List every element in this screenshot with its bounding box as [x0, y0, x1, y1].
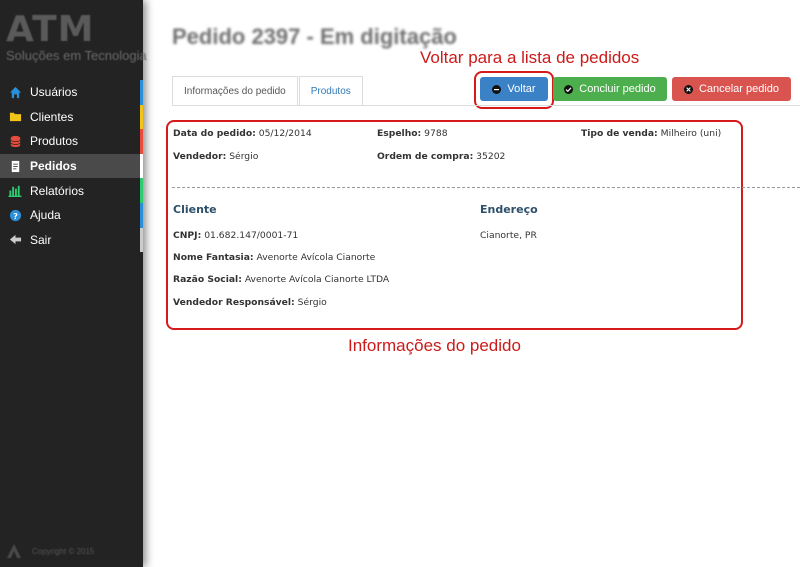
svg-text:?: ? — [13, 211, 18, 221]
field-vendedor-responsavel: Vendedor Responsável: Sérgio — [173, 297, 327, 308]
field-label: Tipo de venda: — [581, 128, 658, 139]
field-label: Data do pedido: — [173, 128, 256, 139]
field-label: Vendedor: — [173, 151, 227, 162]
field-value: Cianorte, PR — [480, 230, 537, 241]
copyright: Copyright © 2015 — [6, 543, 94, 559]
sidebar-item-label: Relatórios — [30, 183, 85, 198]
sidebar-item-label: Clientes — [30, 109, 74, 124]
page-title: Pedido 2397 - Em digitação — [172, 24, 457, 49]
field-vendedor: Vendedor: Sérgio — [173, 151, 258, 162]
sidebar-accent-bar — [140, 153, 143, 179]
logo-text: ATM — [6, 9, 95, 50]
field-label: Razão Social: — [173, 274, 242, 285]
concluir-button-label: Concluir pedido — [579, 83, 656, 95]
field-nome-fantasia: Nome Fantasia: Avenorte Avícola Cianorte — [173, 252, 375, 263]
sidebar-item-usuarios[interactable]: Usuários — [0, 80, 143, 105]
field-value: Sérgio — [229, 151, 259, 162]
folder-icon — [8, 110, 22, 124]
voltar-button[interactable]: Voltar — [480, 77, 548, 101]
close-circle-icon — [683, 84, 693, 94]
logo-mark-icon — [7, 544, 21, 558]
tab-bar: Informações do pedido Produtos — [172, 76, 363, 106]
field-data-pedido: Data do pedido: 05/12/2014 — [173, 128, 312, 139]
sidebar-accent-bar — [140, 178, 143, 203]
sidebar-item-label: Produtos — [30, 134, 79, 149]
section-title-endereco: Endereço — [480, 203, 538, 216]
sidebar-item-label: Sair — [30, 232, 52, 247]
sidebar-item-clientes[interactable]: Clientes — [0, 104, 143, 130]
sidebar-accent-bar — [140, 129, 143, 154]
field-label: Nome Fantasia: — [173, 252, 254, 263]
annotation-back-hint: Voltar para a lista de pedidos — [420, 48, 640, 67]
tab-produtos[interactable]: Produtos — [298, 76, 363, 106]
section-title-cliente: Cliente — [173, 203, 217, 216]
sidebar-accent-bar — [140, 104, 143, 130]
field-label: Ordem de compra: — [377, 151, 474, 162]
field-espelho: Espelho: 9788 — [377, 128, 448, 139]
tab-divider — [172, 105, 800, 106]
copyright-text: Copyright © 2015 — [32, 546, 95, 556]
sidebar-item-label: Usuários — [30, 85, 78, 100]
sidebar-accent-bar — [140, 80, 143, 105]
arrow-left-icon — [8, 233, 22, 247]
field-razao-social: Razão Social: Avenorte Avícola Cianorte … — [173, 274, 389, 285]
sidebar-item-ajuda[interactable]: ? Ajuda — [0, 202, 143, 228]
field-label: Vendedor Responsável: — [173, 297, 295, 308]
field-ordem-compra: Ordem de compra: 35202 — [377, 151, 505, 162]
field-value: 05/12/2014 — [258, 128, 312, 139]
sidebar-nav: Usuários Clientes Produtos Pedidos Relat… — [0, 80, 143, 253]
sidebar-item-label: Ajuda — [30, 208, 61, 223]
help-icon: ? — [8, 208, 22, 222]
sidebar: ATM Soluções em Tecnologia Usuários Clie… — [0, 0, 147, 567]
field-tipo-venda: Tipo de venda: Milheiro (uni) — [581, 128, 721, 139]
field-value: Milheiro (uni) — [660, 128, 722, 139]
section-divider — [172, 187, 800, 188]
field-endereco: Cianorte, PR — [480, 230, 537, 241]
document-icon — [8, 159, 22, 173]
sidebar-item-sair[interactable]: Sair — [0, 227, 143, 253]
logo-subtitle: Soluções em Tecnologia — [6, 48, 147, 63]
home-icon — [8, 85, 22, 99]
field-value: Avenorte Avícola Cianorte LTDA — [244, 274, 390, 285]
cancelar-button-label: Cancelar pedido — [698, 83, 780, 95]
sidebar-item-label: Pedidos — [30, 159, 77, 174]
sidebar-accent-bar — [140, 202, 143, 228]
annotation-order-info: Informações do pedido — [348, 336, 521, 355]
sidebar-accent-bar — [140, 227, 143, 253]
field-value: 01.682.147/0001-71 — [204, 230, 299, 241]
sidebar-item-pedidos[interactable]: Pedidos — [0, 153, 143, 179]
field-cnpj: CNPJ: 01.682.147/0001-71 — [173, 230, 298, 241]
check-circle-icon — [564, 84, 574, 94]
tab-informacoes[interactable]: Informações do pedido — [172, 76, 298, 106]
sidebar-item-relatorios[interactable]: Relatórios — [0, 178, 143, 203]
cancelar-pedido-button[interactable]: Cancelar pedido — [672, 77, 791, 101]
field-value: Avenorte Avícola Cianorte — [256, 252, 376, 263]
field-label: Espelho: — [377, 128, 422, 139]
voltar-button-label: Voltar — [507, 83, 536, 95]
field-label: CNPJ: — [173, 230, 202, 241]
bar-chart-icon — [8, 184, 22, 198]
minus-circle-icon — [492, 84, 502, 94]
sidebar-item-produtos[interactable]: Produtos — [0, 129, 143, 154]
field-value: 35202 — [476, 151, 506, 162]
field-value: Sérgio — [297, 297, 327, 308]
concluir-pedido-button[interactable]: Concluir pedido — [553, 77, 667, 101]
logo: ATM Soluções em Tecnologia — [6, 9, 147, 64]
field-value: 9788 — [424, 128, 448, 139]
database-icon — [8, 134, 22, 148]
